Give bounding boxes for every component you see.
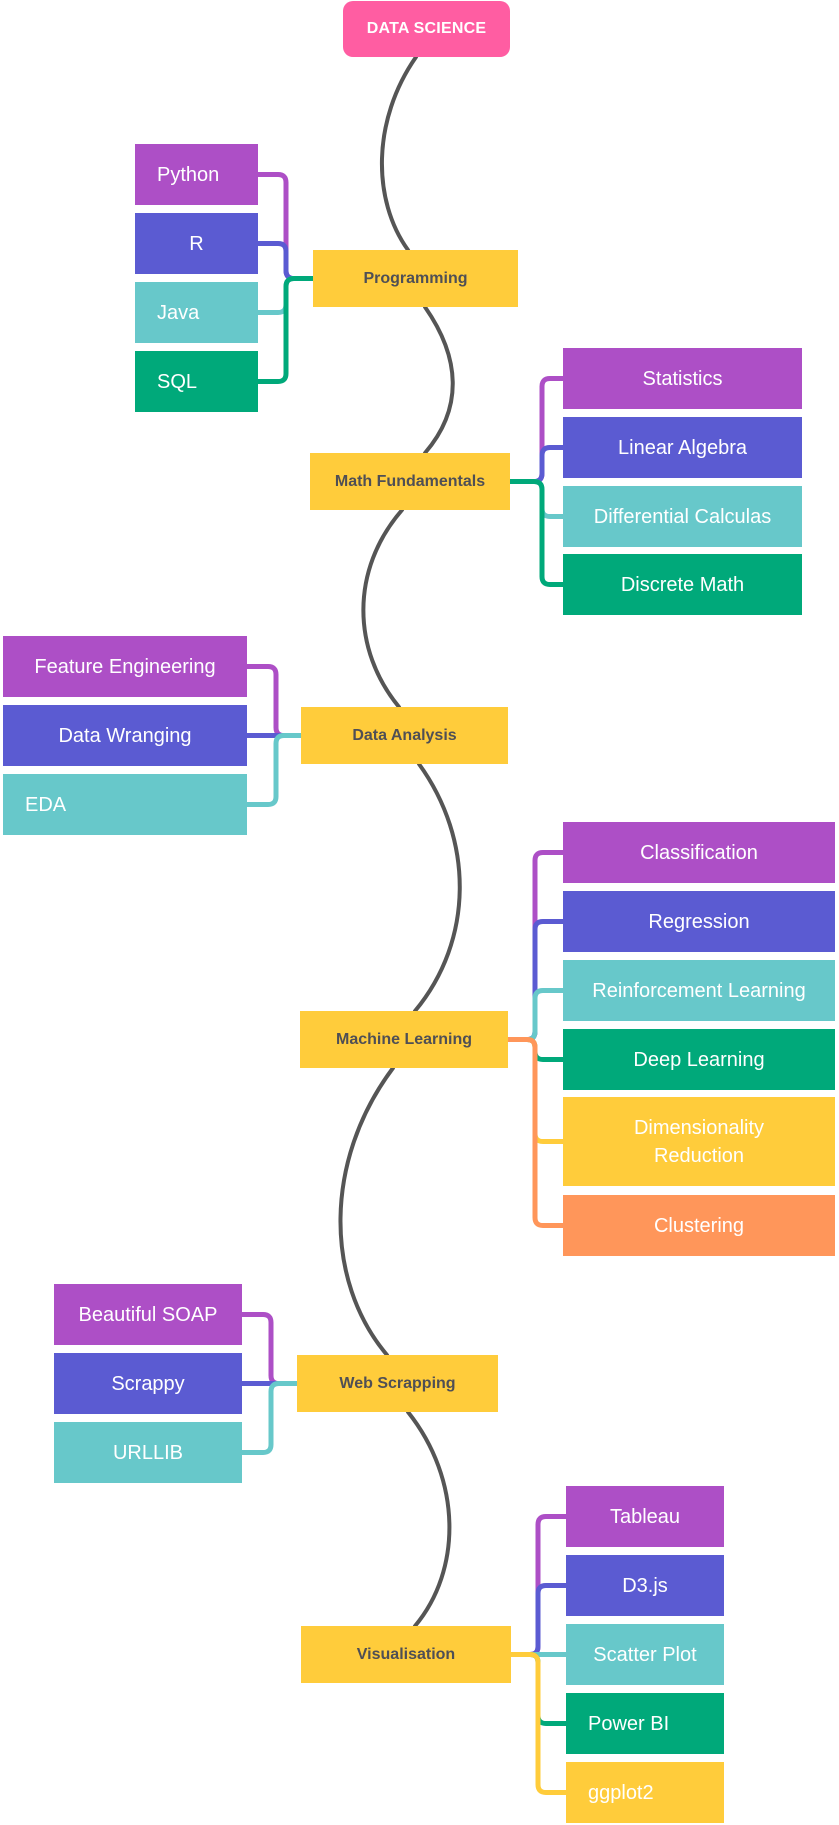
leaf-node-tableau[interactable]: Tableau [566, 1486, 724, 1547]
topic-node-programming[interactable]: Programming [313, 250, 518, 307]
leaf-node-java[interactable]: Java [135, 282, 258, 343]
branch-connector-programming-4 [255, 276, 316, 384]
leaf-node-feature-engineering[interactable]: Feature Engineering [3, 636, 247, 697]
leaf-node-label: EDA [25, 793, 67, 816]
leaf-node-scrappy[interactable]: Scrappy [54, 1353, 242, 1414]
leaf-node-d3-js[interactable]: D3.js [566, 1555, 724, 1616]
leaf-node-label: ggplot2 [588, 1781, 654, 1804]
leaf-node-r[interactable]: R [135, 213, 258, 274]
branch-connector-data-analysis-1 [244, 664, 304, 738]
leaf-node-label: Feature Engineering [34, 655, 216, 678]
leaf-node-deep-learning[interactable]: Deep Learning [563, 1029, 835, 1090]
spine-connector-2 [423, 305, 455, 455]
leaf-node-python[interactable]: Python [135, 144, 258, 205]
branch-connector-programming-1 [255, 172, 316, 281]
leaf-node-statistics[interactable]: Statistics [563, 348, 802, 409]
leaf-node-linear-algebra[interactable]: Linear Algebra [563, 417, 802, 478]
branch-connector-math-fundamentals-3 [507, 479, 566, 519]
leaf-node-label: Tableau [609, 1505, 681, 1528]
leaf-node-label: Scatter Plot [593, 1643, 697, 1666]
branch-connector-machine-learning-1 [505, 850, 566, 1042]
leaf-node-label: D3.js [622, 1574, 668, 1597]
branch-connector-data-analysis-3 [244, 733, 304, 807]
branch-connector-math-fundamentals-4 [507, 479, 566, 587]
leaf-node-label: Regression [648, 910, 750, 933]
branch-connector-machine-learning-3 [505, 988, 566, 1042]
leaf-node-classification[interactable]: Classification [563, 822, 835, 883]
leaf-node-label: Discrete Math [620, 573, 745, 596]
spine-connector-6 [406, 1410, 452, 1628]
spine-connector-1 [379, 55, 418, 252]
leaf-node-label: Power BI [588, 1712, 670, 1735]
leaf-node-label: Beautiful SOAP [78, 1303, 218, 1326]
leaf-node-label: Data Wranging [58, 724, 192, 747]
mind-map-canvas: DATA SCIENCE Programming Python R Java SQL Ma… [0, 0, 839, 1825]
topic-node-label: Programming [363, 269, 468, 287]
leaf-node-label: Java [157, 301, 200, 324]
leaf-node-label: Deep Learning [633, 1048, 765, 1071]
leaf-node-label: Scrappy [111, 1372, 185, 1395]
branch-connector-visualisation-5 [508, 1652, 569, 1795]
leaf-node-scatter-plot[interactable]: Scatter Plot [566, 1624, 724, 1685]
leaf-node-power-bi[interactable]: Power BI [566, 1693, 724, 1754]
branch-connector-web-scrapping-3 [239, 1381, 300, 1455]
leaf-node-urllib[interactable]: URLLIB [54, 1422, 242, 1483]
branch-connector-visualisation-4 [508, 1652, 569, 1726]
topic-node-web-scrapping[interactable]: Web Scrapping [297, 1355, 498, 1412]
leaf-node-clustering[interactable]: Clustering [563, 1195, 835, 1256]
leaf-node-label: Reinforcement Learning [592, 979, 806, 1002]
branch-connector-visualisation-1 [508, 1514, 569, 1657]
spine-connector-5 [338, 1066, 395, 1357]
branch-connector-machine-learning-4 [505, 1037, 566, 1062]
leaf-node-label: Linear Algebra [618, 436, 747, 459]
branch-connector-math-fundamentals-1 [507, 376, 566, 484]
topic-node-visualisation[interactable]: Visualisation [301, 1626, 511, 1683]
leaf-node-differential-calculas[interactable]: Differential Calculas [563, 486, 802, 547]
spine-connector-3 [361, 508, 404, 709]
topic-node-label: Web Scrapping [339, 1374, 456, 1392]
leaf-node-discrete-math[interactable]: Discrete Math [563, 554, 802, 615]
leaf-node-label: Python [157, 163, 220, 186]
topic-node-math-fundamentals[interactable]: Math Fundamentals [310, 453, 510, 510]
topic-node-label: Visualisation [356, 1645, 456, 1663]
branch-connector-math-fundamentals-2 [507, 445, 566, 484]
branch-connector-machine-learning-5 [505, 1037, 566, 1144]
topic-node-data-analysis[interactable]: Data Analysis [301, 707, 508, 764]
spine-connector-4 [413, 762, 462, 1013]
branch-connector-visualisation-2 [508, 1583, 569, 1657]
branch-connector-programming-3 [255, 276, 316, 315]
leaf-node-sql[interactable]: SQL [135, 351, 258, 412]
root-node-label: DATA SCIENCE [366, 20, 487, 37]
branch-connector-web-scrapping-1 [239, 1312, 300, 1386]
topic-node-label: Machine Learning [335, 1030, 473, 1048]
branch-connector-machine-learning-6 [505, 1037, 566, 1228]
topic-node-machine-learning[interactable]: Machine Learning [300, 1011, 508, 1068]
topic-node-label: Math Fundamentals [334, 472, 486, 490]
leaf-node-regression[interactable]: Regression [563, 891, 835, 952]
root-node-data-science[interactable]: DATA SCIENCE [343, 1, 510, 57]
leaf-node-data-wranging[interactable]: Data Wranging [3, 705, 247, 766]
branch-connector-programming-2 [255, 241, 316, 281]
topic-node-label: Data Analysis [352, 726, 457, 744]
leaf-node-reinforcement-learning[interactable]: Reinforcement Learning [563, 960, 835, 1021]
leaf-node-label: URLLIB [112, 1441, 184, 1464]
leaf-node-label: SQL [157, 370, 198, 393]
leaf-node-beautiful-soap[interactable]: Beautiful SOAP [54, 1284, 242, 1345]
leaf-node-label: R [189, 232, 204, 255]
leaf-node-label: Clustering [653, 1214, 745, 1237]
leaf-node-ggplot2[interactable]: ggplot2 [566, 1762, 724, 1823]
leaf-node-label: Differential Calculas [593, 505, 772, 528]
leaf-node-label: Dimensionality Reduction [633, 1116, 765, 1167]
leaf-node-label: Classification [640, 841, 758, 864]
leaf-node-dimensionality-reduction[interactable]: Dimensionality Reduction [563, 1097, 835, 1186]
leaf-node-eda[interactable]: EDA [3, 774, 247, 835]
leaf-node-label: Statistics [642, 367, 723, 390]
branch-connector-machine-learning-2 [505, 919, 566, 1042]
